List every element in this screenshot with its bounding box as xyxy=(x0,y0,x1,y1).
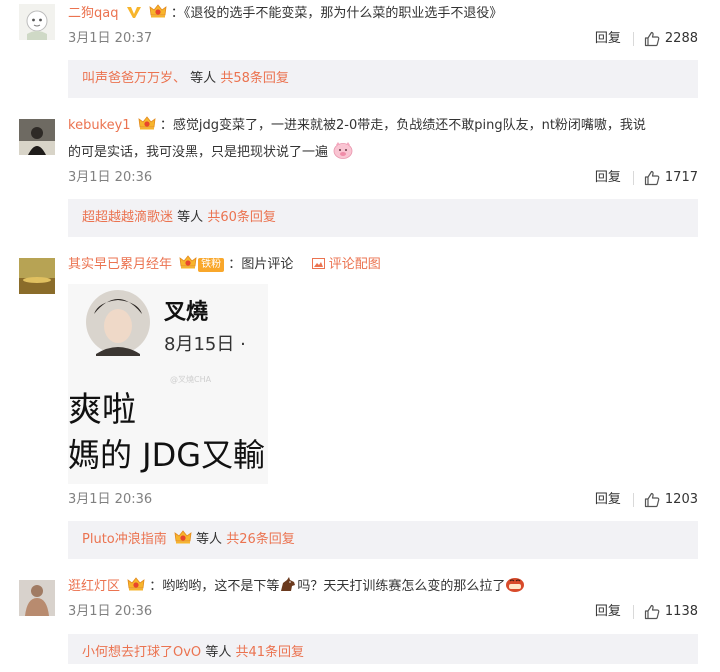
image-icon xyxy=(311,258,325,269)
comment-text-continued: 的可是实话，我可没黑，只是把现状说了一遍 xyxy=(68,145,329,160)
reply-button[interactable]: 回复 xyxy=(595,601,621,623)
crown-badge-icon xyxy=(179,254,197,270)
sub-reply-user[interactable]: 小何想去打球了OvO xyxy=(82,645,201,660)
sub-reply-user[interactable]: 叫声爸爸万万岁、 xyxy=(82,71,186,86)
avatar[interactable] xyxy=(19,258,55,294)
username-link[interactable]: 其实早已累月经年 xyxy=(68,257,172,272)
comment-image[interactable]: 叉燒 8月15日 · @叉燒CHA 爽啦 媽的 JDG又輸 xyxy=(68,284,268,484)
divider xyxy=(632,32,634,46)
like-button[interactable]: 1203 xyxy=(644,489,698,511)
thumbs-up-icon xyxy=(644,170,660,186)
thumbs-up-icon xyxy=(644,604,660,620)
reply-button[interactable]: 回复 xyxy=(595,28,621,50)
comment-image-link[interactable]: 评论配图 xyxy=(329,257,381,272)
pig-emoji-icon xyxy=(333,142,353,159)
crown-badge-icon xyxy=(149,3,167,19)
sub-reply-count-link[interactable]: 共58条回复 xyxy=(220,71,289,86)
timestamp: 3月1日 20:36 xyxy=(68,604,153,619)
comment-text: 感觉jdg变菜了，一进来就被2-0带走，负战绩还不敢ping队友，nt粉闭嘴嗷，… xyxy=(172,118,646,133)
image-author: 叉燒 xyxy=(164,300,209,325)
sub-reply-count-link[interactable]: 共60条回复 xyxy=(207,210,276,225)
comment-body: 其实早已累月经年 铁粉 ：图片评论 评论配图 xyxy=(68,253,698,277)
avatar[interactable] xyxy=(19,119,55,155)
sub-replies-summary[interactable]: 超超越越滴歌迷 等人 共60条回复 xyxy=(68,199,698,237)
sub-reply-user[interactable]: 超超越越滴歌迷 xyxy=(82,210,173,225)
crown-badge-icon xyxy=(127,576,145,592)
comment-meta: 3月1日 20:36 回复 1717 xyxy=(68,167,698,189)
sub-replies-summary[interactable]: 小何想去打球了OvO 等人 共41条回复 xyxy=(68,634,698,664)
divider xyxy=(632,493,634,507)
fan-badge: 铁粉 xyxy=(198,258,225,272)
avatar[interactable] xyxy=(19,4,55,40)
thumbs-up-icon xyxy=(644,492,660,508)
sub-reply-count-link[interactable]: 共41条回复 xyxy=(235,645,304,660)
image-text-line2: 媽的 JDG又輸 xyxy=(68,436,266,474)
comment-text: 《退役的选手不能变菜，那为什么菜的职业选手不退役》 xyxy=(183,6,503,21)
comment-meta: 3月1日 20:37 回复 2288 xyxy=(68,28,698,50)
divider xyxy=(632,171,634,185)
comment-body: 逛红灯区 ：哟哟哟，这不是下等 吗？天天打训练赛怎么变的那么拉了 xyxy=(68,575,698,599)
like-button[interactable]: 1717 xyxy=(644,167,698,189)
comment-body: kebukey1 ：感觉jdg变菜了，一进来就被2-0带走，负战绩还不敢ping… xyxy=(68,114,698,138)
like-button[interactable]: 1138 xyxy=(644,601,698,623)
comment-text: 哟哟哟，这不是下等 xyxy=(162,579,280,594)
username-link[interactable]: 逛红灯区 xyxy=(68,579,120,594)
sub-replies-summary[interactable]: Pluto冲浪指南 等人 共26条回复 xyxy=(68,521,698,559)
sub-replies-summary[interactable]: 叫声爸爸万万岁、 等人 共58条回复 xyxy=(68,60,698,98)
comment-meta: 3月1日 20:36 回复 1138 xyxy=(68,601,698,623)
like-count: 2288 xyxy=(664,31,698,46)
crown-badge-icon xyxy=(174,529,192,545)
image-text-line1: 爽啦 xyxy=(68,390,136,430)
like-button[interactable]: 2288 xyxy=(644,28,698,50)
sub-reply-user[interactable]: Pluto冲浪指南 xyxy=(82,532,167,547)
crown-badge-icon xyxy=(138,115,156,131)
like-count: 1203 xyxy=(664,492,698,507)
timestamp: 3月1日 20:36 xyxy=(68,170,153,185)
horse-emoji-icon xyxy=(281,577,296,591)
timestamp: 3月1日 20:37 xyxy=(68,31,153,46)
avatar[interactable] xyxy=(19,580,55,616)
sub-reply-count-link[interactable]: 共26条回复 xyxy=(226,532,295,547)
laughing-emoji-icon xyxy=(506,578,525,592)
comment-body: 二狗qaq ：《退役的选手不能变菜，那为什么菜的职业选手不退役》 xyxy=(68,2,698,26)
divider xyxy=(632,605,634,619)
username-link[interactable]: kebukey1 xyxy=(68,118,131,133)
image-date: 8月15日 · xyxy=(164,334,246,355)
image-watermark: @叉燒CHA xyxy=(170,375,212,384)
comment-text: 图片评论 xyxy=(241,257,294,272)
username-link[interactable]: 二狗qaq xyxy=(68,6,118,21)
timestamp: 3月1日 20:36 xyxy=(68,492,153,507)
like-count: 1717 xyxy=(664,170,698,185)
verified-v-icon xyxy=(126,7,141,18)
thumbs-up-icon xyxy=(644,31,660,47)
like-count: 1138 xyxy=(664,604,698,619)
reply-button[interactable]: 回复 xyxy=(595,489,621,511)
reply-button[interactable]: 回复 xyxy=(595,167,621,189)
comment-meta: 3月1日 20:36 回复 1203 xyxy=(68,489,698,511)
